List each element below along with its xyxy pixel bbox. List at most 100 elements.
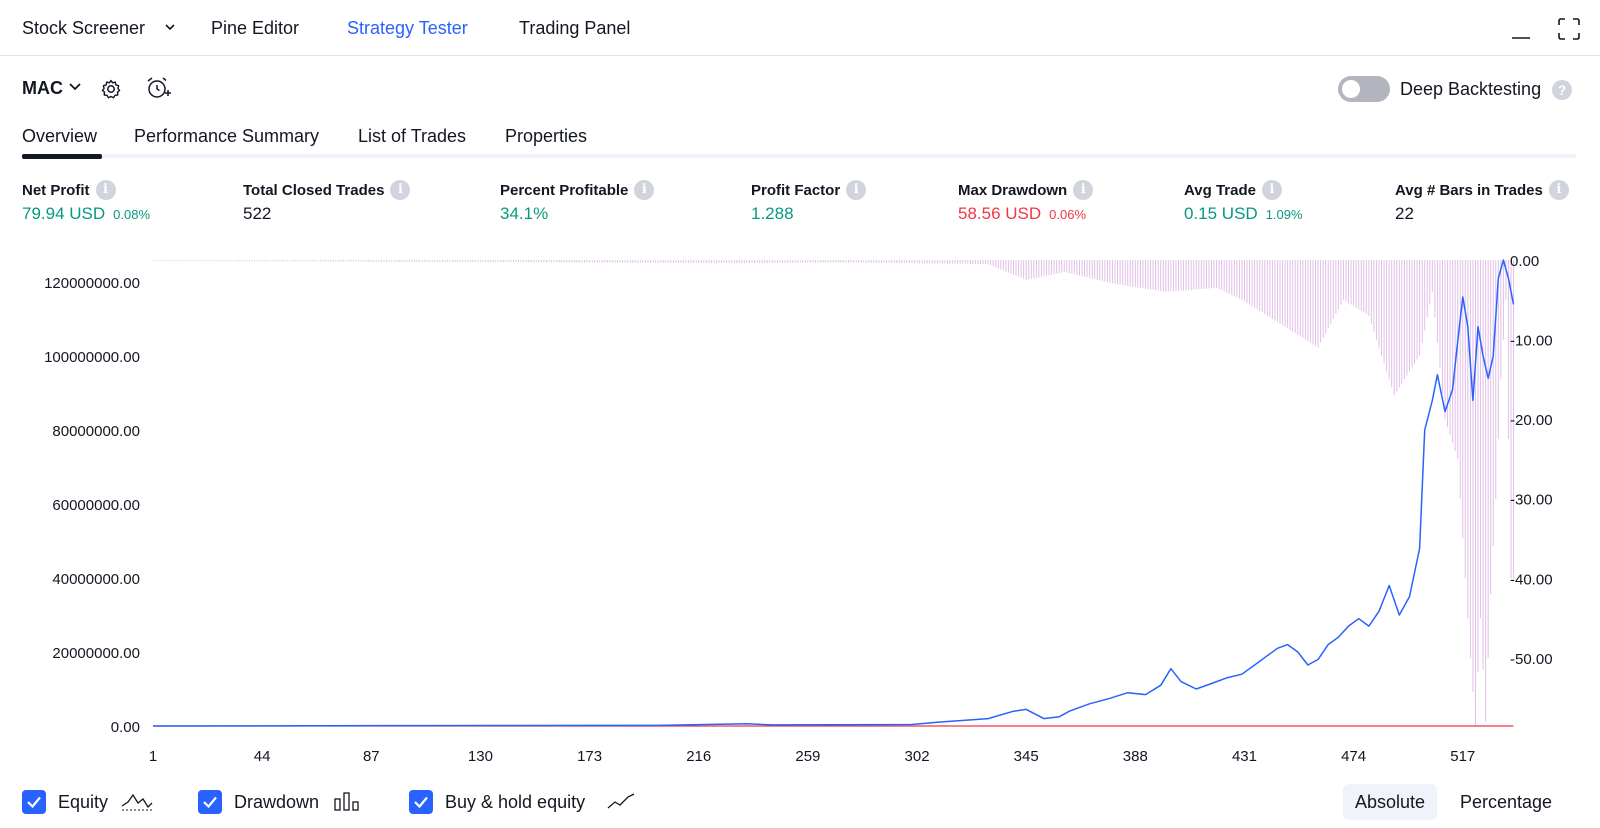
right-axis-tick-label: -20.00 (1510, 412, 1553, 429)
strategy-toolbar: MAC Deep Backtesting ? (0, 68, 1600, 108)
tabs-track (22, 154, 1576, 158)
minimize-icon[interactable] (1510, 28, 1532, 42)
x-axis-tick-label: 130 (468, 748, 493, 765)
right-axis-tick-label: -50.00 (1510, 651, 1553, 668)
x-axis-tick-label: 345 (1014, 748, 1039, 765)
left-axis-tick-label: 100000000.00 (44, 349, 140, 366)
x-axis-tick-label: 44 (254, 748, 271, 765)
x-axis-tick-label: 216 (686, 748, 711, 765)
x-axis-tick-label: 87 (363, 748, 380, 765)
metric-label: Profit Factor (751, 181, 841, 199)
metric-percent-profitable: Percent Profitable i 34.1% (500, 180, 655, 224)
equity-line-icon (121, 793, 153, 811)
tab-stock-screener[interactable]: Stock Screener (22, 18, 145, 39)
buy-hold-line-icon (607, 793, 635, 809)
chevron-down-icon[interactable] (163, 20, 177, 34)
x-axis-tick-label: 431 (1232, 748, 1257, 765)
left-axis-tick-label: 40000000.00 (52, 571, 140, 588)
metric-value: 79.94 USD (22, 204, 106, 223)
tab-overview[interactable]: Overview (22, 126, 97, 147)
metric-net-profit: Net Profit i 79.94 USD 0.08% (22, 180, 150, 224)
deep-backtesting-toggle[interactable] (1338, 76, 1390, 102)
metric-value: 0.15 USD (1184, 204, 1258, 223)
chart-legend: Equity Drawdown Buy & hold equity Absolu… (0, 784, 1600, 820)
metric-value: 34.1% (500, 204, 549, 223)
equity-line (152, 259, 1515, 727)
tab-properties[interactable]: Properties (505, 126, 587, 147)
x-axis-tick-label: 173 (577, 748, 602, 765)
buy-hold-checkbox[interactable] (409, 790, 433, 814)
maximize-icon[interactable] (1556, 16, 1582, 42)
metric-value-row: 522 (243, 204, 410, 224)
info-icon[interactable]: i (95, 180, 116, 200)
tab-trading-panel[interactable]: Trading Panel (519, 18, 630, 39)
left-axis-tick-label: 0.00 (111, 719, 140, 736)
x-axis-tick-label: 1 (149, 748, 157, 765)
drawdown-checkbox[interactable] (198, 790, 222, 814)
absolute-mode-button[interactable]: Absolute (1343, 784, 1438, 820)
metric-value-row: 79.94 USD 0.08% (22, 204, 150, 224)
metric-percent: 0.06% (1049, 207, 1087, 222)
metric-value: 58.56 USD (958, 204, 1042, 223)
x-axis-tick-label: 517 (1450, 748, 1475, 765)
metric-value-row: 1.288 (751, 204, 866, 224)
metric-avg-bars-in-trades: Avg # Bars in Trades i 22 (1395, 180, 1569, 224)
equity-chart-svg: 0.00 20000000.00 40000000.00 60000000.00 800… (44, 253, 1553, 765)
metric-value: 22 (1395, 204, 1414, 223)
info-icon[interactable]: i (1261, 180, 1282, 200)
tab-strategy-tester[interactable]: Strategy Tester (347, 18, 468, 39)
metric-total-closed-trades: Total Closed Trades i 522 (243, 180, 411, 224)
strategy-subtabs: Overview Performance Summary List of Tra… (0, 120, 1600, 160)
metric-profit-factor: Profit Factor i 1.288 (751, 180, 867, 224)
chevron-down-icon[interactable] (68, 80, 82, 94)
metric-value: 522 (243, 204, 272, 223)
info-icon[interactable]: i (1548, 180, 1569, 200)
alarm-add-icon[interactable] (145, 75, 171, 101)
metric-percent: 1.09% (1265, 207, 1303, 222)
tab-performance-summary[interactable]: Performance Summary (134, 126, 319, 147)
metrics-row: Net Profit i 79.94 USD 0.08% Total Closed … (0, 180, 1600, 240)
info-icon[interactable]: i (1073, 180, 1094, 200)
right-axis-tick-label: 0.00 (1510, 253, 1539, 270)
info-icon[interactable]: i (390, 180, 411, 200)
metric-value-row: 22 (1395, 204, 1569, 224)
toggle-knob (1342, 80, 1360, 98)
info-icon[interactable]: i (846, 180, 867, 200)
metric-label: Avg Trade (1184, 181, 1256, 199)
metric-label: Max Drawdown (958, 181, 1068, 199)
gear-icon[interactable] (100, 78, 122, 100)
right-axis-tick-label: -30.00 (1510, 492, 1553, 509)
x-axis-tick-label: 302 (905, 748, 930, 765)
metric-label: Net Profit (22, 181, 90, 199)
equity-checkbox[interactable] (22, 790, 46, 814)
equity-legend-label: Equity (58, 792, 109, 812)
x-axis-tick-label: 388 (1123, 748, 1148, 765)
left-axis-tick-label: 60000000.00 (52, 497, 140, 514)
active-tab-indicator (22, 154, 102, 159)
metric-value: 1.288 (751, 204, 794, 223)
x-axis-tick-label: 474 (1341, 748, 1366, 765)
top-nav: Stock Screener Pine Editor Strategy Test… (0, 0, 1600, 56)
x-axis-tick-label: 259 (795, 748, 820, 765)
right-axis-tick-label: -40.00 (1510, 571, 1553, 588)
help-icon[interactable]: ? (1552, 80, 1572, 100)
metric-value-row: 0.15 USD 1.09% (1184, 204, 1303, 224)
left-axis-tick-label: 120000000.00 (44, 275, 140, 292)
metric-label: Percent Profitable (500, 181, 629, 199)
percentage-mode-button[interactable]: Percentage (1448, 784, 1564, 820)
metric-value-row: 34.1% (500, 204, 654, 224)
deep-backtesting-label: Deep Backtesting (1400, 79, 1542, 99)
strategy-symbol[interactable]: MAC (22, 78, 63, 99)
metric-max-drawdown: Max Drawdown i 58.56 USD 0.06% (958, 180, 1094, 224)
left-axis-tick-label: 80000000.00 (52, 423, 140, 440)
metric-value-row: 58.56 USD 0.06% (958, 204, 1093, 224)
metric-avg-trade: Avg Trade i 0.15 USD 1.09% (1184, 180, 1303, 224)
buy-hold-legend-label: Buy & hold equity (445, 792, 586, 812)
info-icon[interactable]: i (634, 180, 655, 200)
drawdown-bars-icon (334, 792, 359, 811)
checkmark-icon (414, 796, 428, 809)
checkmark-icon (203, 796, 217, 809)
tab-pine-editor[interactable]: Pine Editor (211, 18, 299, 39)
checkmark-icon (27, 796, 41, 809)
tab-list-of-trades[interactable]: List of Trades (358, 126, 466, 147)
